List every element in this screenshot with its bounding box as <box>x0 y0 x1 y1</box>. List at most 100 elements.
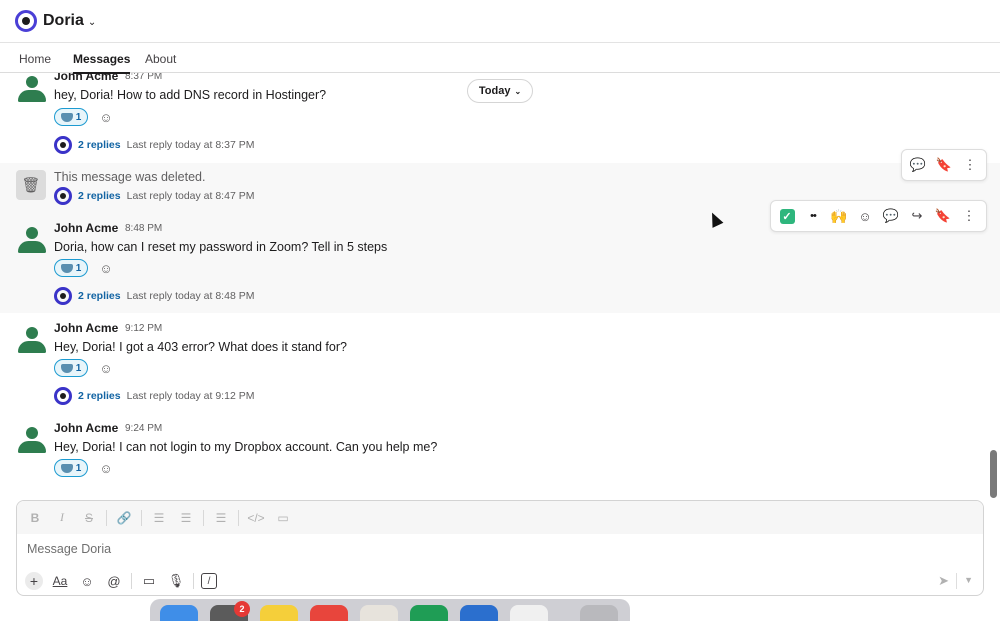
workspace-switcher[interactable]: Doria ⌄ <box>15 10 96 32</box>
bold-icon[interactable]: B <box>25 508 45 528</box>
raised-hands-reaction-icon[interactable]: 🙌 <box>828 205 850 227</box>
avatar[interactable] <box>17 326 47 354</box>
thread-last-reply: Last reply today at 8:48 PM <box>126 290 255 302</box>
message-time[interactable]: 9:24 PM <box>125 423 162 434</box>
tab-bar: Home Messages About <box>0 43 1000 74</box>
add-reaction-icon[interactable]: ☺ <box>97 359 115 377</box>
reaction-count: 1 <box>75 111 82 123</box>
message-text: Hey, Doria! I got a 403 error? What does… <box>54 340 347 354</box>
eyes-reaction-icon[interactable]: •• <box>802 205 824 227</box>
avatar[interactable] <box>17 426 47 454</box>
notification-badge: 2 <box>234 601 250 617</box>
add-reaction-icon[interactable]: ☺ <box>97 259 115 277</box>
add-reaction-icon[interactable]: ☺ <box>97 459 115 477</box>
scrollbar-thumb[interactable] <box>990 450 997 498</box>
reaction-count: 1 <box>75 262 82 274</box>
message-input[interactable] <box>27 542 927 556</box>
mention-icon[interactable]: @ <box>104 571 124 591</box>
avatar[interactable] <box>17 75 47 103</box>
tab-home[interactable]: Home <box>19 52 51 66</box>
bowl-emoji-icon <box>60 112 73 122</box>
add-reaction-icon[interactable]: ☺ <box>97 108 115 126</box>
bulleted-list-icon[interactable]: ☰ <box>176 508 196 528</box>
message-author[interactable]: John Acme <box>54 421 118 435</box>
message-author[interactable]: John Acme <box>54 321 118 335</box>
thread-summary[interactable]: 2 replies Last reply today at 8:48 PM <box>54 287 254 305</box>
more-actions-icon[interactable]: ⋮ <box>959 154 981 176</box>
emoji-icon[interactable]: ☺ <box>77 571 97 591</box>
message-author[interactable]: John Acme <box>54 221 118 235</box>
trash-bin-icon[interactable] <box>580 605 618 621</box>
ordered-list-icon[interactable]: ☰ <box>149 508 169 528</box>
chevron-down-icon: ⌄ <box>514 86 522 96</box>
strikethrough-icon[interactable]: S <box>79 508 99 528</box>
reaction-pill[interactable]: 1 <box>54 259 88 277</box>
code-block-icon[interactable]: ▭ <box>273 508 293 528</box>
excel-icon[interactable] <box>410 605 448 621</box>
date-divider-button[interactable]: Today ⌄ <box>467 79 533 103</box>
thread-summary[interactable]: 2 replies Last reply today at 9:12 PM <box>54 387 254 405</box>
italic-icon[interactable]: I <box>52 508 72 528</box>
bookmark-icon[interactable]: 🔖 <box>933 154 955 176</box>
bowl-emoji-icon <box>60 463 73 473</box>
avatar[interactable] <box>17 226 47 254</box>
reaction-pill[interactable]: 1 <box>54 359 88 377</box>
message-author[interactable]: John Acme <box>54 73 118 83</box>
workspace-name: Doria <box>43 12 84 29</box>
message-time[interactable]: 8:37 PM <box>125 73 162 82</box>
bookmark-icon[interactable]: 🔖 <box>932 205 954 227</box>
trash-icon: 🗑 <box>16 170 46 200</box>
thread-summary[interactable]: 2 replies Last reply today at 8:47 PM <box>54 187 254 205</box>
thread-replies-link[interactable]: 2 replies <box>78 390 121 402</box>
code-icon[interactable]: </> <box>246 508 266 528</box>
dropbox-icon[interactable] <box>510 605 548 621</box>
send-options-chevron-icon[interactable]: ▼ <box>964 575 973 585</box>
send-icon[interactable]: ➤ <box>938 573 949 589</box>
app-window: Doria ⌄ Home Messages About John Acme 8:… <box>0 0 1000 621</box>
chrome-icon[interactable] <box>310 605 348 621</box>
forward-icon[interactable]: ↪ <box>906 205 928 227</box>
message-list[interactable]: John Acme 8:37 PM hey, Doria! How to add… <box>0 73 1000 500</box>
video-icon[interactable]: ▭ <box>139 571 159 591</box>
tab-about[interactable]: About <box>145 52 176 66</box>
finder-icon[interactable] <box>160 605 198 621</box>
link-icon[interactable]: 🔗 <box>114 508 134 528</box>
word-icon[interactable] <box>460 605 498 621</box>
message-actions-toolbar: ✓ •• 🙌 ☺ 💬 ↪ 🔖 ⋮ <box>770 200 987 232</box>
thread-avatar <box>54 187 72 205</box>
slash-command-icon[interactable]: / <box>201 573 217 589</box>
thread-replies-link[interactable]: 2 replies <box>78 290 121 302</box>
deleted-message-text: This message was deleted. <box>54 170 206 184</box>
reaction-count: 1 <box>75 362 82 374</box>
pages-icon[interactable] <box>360 605 398 621</box>
message-time[interactable]: 8:48 PM <box>125 223 162 234</box>
reaction-pill[interactable]: 1 <box>54 108 88 126</box>
header: Doria ⌄ <box>0 0 1000 43</box>
microphone-icon[interactable]: 🎙 <box>166 571 186 591</box>
message-time[interactable]: 9:12 PM <box>125 323 162 334</box>
reply-in-thread-icon[interactable]: 💬 <box>880 205 902 227</box>
tab-messages[interactable]: Messages <box>73 52 131 74</box>
thread-avatar <box>54 387 72 405</box>
notes-icon[interactable] <box>260 605 298 621</box>
reaction-count: 1 <box>75 462 82 474</box>
more-actions-icon[interactable]: ⋮ <box>958 205 980 227</box>
thread-replies-link[interactable]: 2 replies <box>78 139 121 151</box>
workspace-logo-icon <box>15 10 37 32</box>
thread-replies-link[interactable]: 2 replies <box>78 190 121 202</box>
message-text: hey, Doria! How to add DNS record in Hos… <box>54 88 327 102</box>
add-reaction-icon[interactable]: ☺ <box>854 205 876 227</box>
composer-actions: + Aa ☺ @ ▭ 🎙 / <box>25 571 217 591</box>
text-format-icon[interactable]: Aa <box>50 571 70 591</box>
message-actions-toolbar: 💬 🔖 ⋮ <box>901 149 987 181</box>
reply-in-thread-icon[interactable]: 💬 <box>907 154 929 176</box>
formatting-toolbar: B I S 🔗 ☰ ☰ ☰ </> ▭ <box>17 501 983 534</box>
plus-icon[interactable]: + <box>25 572 43 590</box>
check-mark-reaction-icon[interactable]: ✓ <box>776 205 798 227</box>
thread-summary[interactable]: 2 replies Last reply today at 8:37 PM <box>54 136 254 154</box>
reaction-pill[interactable]: 1 <box>54 459 88 477</box>
message-text: Hey, Doria! I can not login to my Dropbo… <box>54 440 438 454</box>
thread-last-reply: Last reply today at 9:12 PM <box>126 390 255 402</box>
bowl-emoji-icon <box>60 263 73 273</box>
blockquote-icon[interactable]: ☰ <box>211 508 231 528</box>
